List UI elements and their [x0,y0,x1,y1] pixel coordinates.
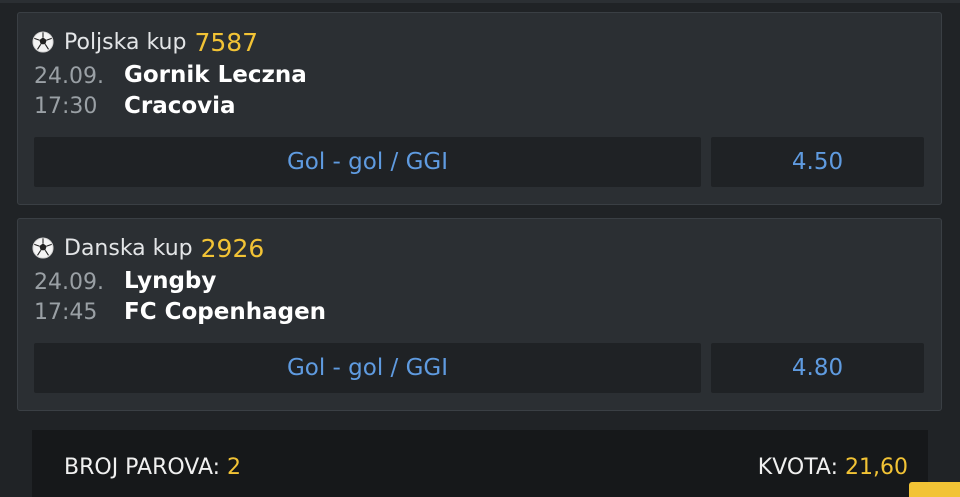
match-date: 24.09. [34,270,104,295]
market-button[interactable]: Gol - gol / GGI [34,137,701,187]
top-divider [0,0,960,3]
action-button[interactable] [909,482,960,497]
ticket-summary: BROJ PAROVA: 2 KVOTA: 21,60 [32,430,928,497]
league-row: Danska kup 2926 [32,233,264,263]
match-time: 17:30 [34,94,98,119]
pairs-value: 2 [227,455,242,480]
away-team: FC Copenhagen [124,299,327,325]
pairs-label: BROJ PAROVA: [64,455,221,480]
odds-label: KVOTA: [757,455,839,480]
away-team: Cracovia [124,93,236,119]
soccer-ball-icon [32,31,54,53]
match-card: Poljska kup 7587 24.09. 17:30 Gornik Lec… [17,12,942,205]
odd-button[interactable]: 4.50 [711,137,924,187]
league-name: Danska kup [64,235,193,261]
match-code: 7587 [194,27,259,57]
home-team: Gornik Leczna [124,62,307,88]
match-time: 17:45 [34,300,98,325]
league-name: Poljska kup [64,29,187,55]
match-card: Danska kup 2926 24.09. 17:45 Lyngby FC C… [17,218,942,411]
home-team: Lyngby [124,268,217,294]
odds-value: 21,60 [845,455,908,480]
total-odds: KVOTA: 21,60 [758,455,908,480]
match-date: 24.09. [34,64,104,89]
match-code: 2926 [200,233,265,263]
market-button[interactable]: Gol - gol / GGI [34,343,701,393]
soccer-ball-icon [32,237,54,259]
pairs-count: BROJ PAROVA: 2 [64,455,241,480]
league-row: Poljska kup 7587 [32,27,258,57]
odd-button[interactable]: 4.80 [711,343,924,393]
